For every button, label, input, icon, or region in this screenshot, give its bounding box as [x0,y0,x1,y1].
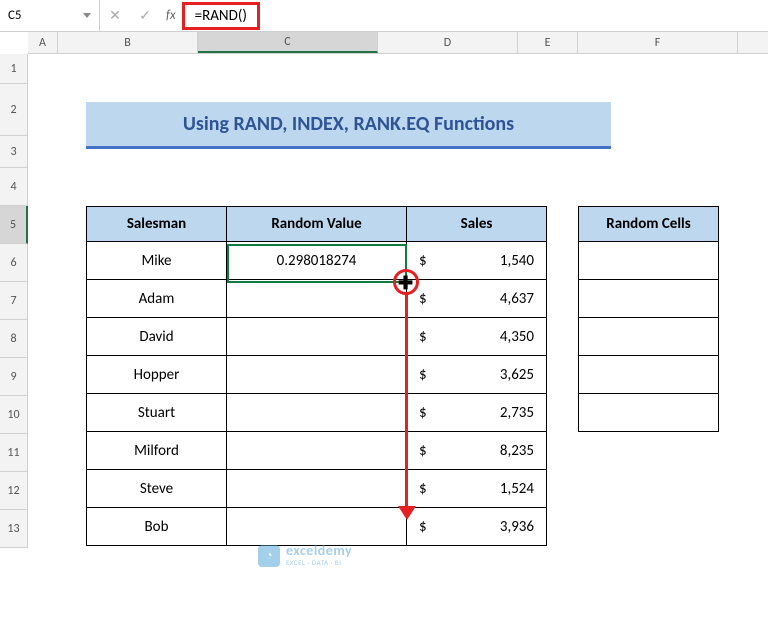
sales-value: 4,637 [500,290,534,308]
table-row: Adam $4,637 [87,280,547,318]
col-header-f[interactable]: F [578,32,738,53]
header-sales[interactable]: Sales [407,207,547,242]
sales-value: 3,625 [500,366,534,384]
currency-symbol: $ [419,252,427,270]
header-salesman[interactable]: Salesman [87,207,227,242]
row-header-13[interactable]: 13 [0,510,28,548]
cell-sales[interactable]: $8,235 [407,432,547,470]
currency-symbol: $ [419,442,427,460]
col-header-d[interactable]: D [378,32,518,53]
drag-arrow-head-icon [398,506,416,520]
watermark-tagline: EXCEL · DATA · BI [286,558,352,567]
sales-value: 4,350 [500,328,534,346]
cell-random[interactable] [227,470,407,508]
fill-handle-cursor-icon[interactable]: ✚ [398,272,413,294]
col-header-b[interactable]: B [58,32,198,53]
table-row: Hopper $3,625 [87,356,547,394]
watermark-brand: exceldemy [286,544,352,558]
currency-symbol: $ [419,290,427,308]
row-header-11[interactable]: 11 [0,434,28,472]
formula-bar: ✕ ✓ fx =RAND() [100,2,768,30]
row-header-5[interactable]: 5 [0,206,28,244]
cell-random[interactable] [227,280,407,318]
table-row: Mike0.298018274$1,540 [87,242,547,280]
cell-random[interactable] [227,508,407,546]
page-title: Using RAND, INDEX, RANK.EQ Functions [86,102,611,149]
cancel-icon[interactable]: ✕ [100,7,130,24]
cell-salesman[interactable]: David [87,318,227,356]
table-row: Stuart $2,735 [87,394,547,432]
cell-salesman[interactable]: Mike [87,242,227,280]
name-box[interactable]: C5 [0,0,100,31]
currency-symbol: $ [419,366,427,384]
table-row: David $4,350 [87,318,547,356]
watermark-logo-icon: ◔ [258,545,280,567]
cell-random[interactable] [227,394,407,432]
column-headers: A B C D E F [28,32,768,54]
name-box-value: C5 [8,8,83,23]
sales-value: 3,936 [500,518,534,536]
cell-random-empty[interactable] [579,242,719,280]
row-header-7[interactable]: 7 [0,282,28,320]
sales-value: 2,735 [500,404,534,422]
cell-sales[interactable]: $1,540 [407,242,547,280]
confirm-icon[interactable]: ✓ [130,7,160,24]
cell-sales[interactable]: $4,350 [407,318,547,356]
header-random-value[interactable]: Random Value [227,207,407,242]
col-header-c[interactable]: C [198,32,378,53]
main-data-table: Salesman Random Value Sales Mike0.298018… [86,206,547,546]
sales-value: 1,540 [500,252,534,270]
col-header-e[interactable]: E [518,32,578,53]
chevron-down-icon[interactable] [83,13,91,18]
row-header-3[interactable]: 3 [0,136,28,168]
row-header-4[interactable]: 4 [0,168,28,206]
cell-salesman[interactable]: Stuart [87,394,227,432]
formula-bar-row: C5 ✕ ✓ fx =RAND() [0,0,768,32]
cell-random[interactable]: 0.298018274 [227,242,407,280]
col-header-a[interactable]: A [28,32,58,53]
cell-salesman[interactable]: Milford [87,432,227,470]
row-header-6[interactable]: 6 [0,244,28,282]
cell-salesman[interactable]: Adam [87,280,227,318]
cell-random[interactable] [227,432,407,470]
cell-sales[interactable]: $4,637 [407,280,547,318]
table-row: Bob $3,936 [87,508,547,546]
cell-salesman[interactable]: Steve [87,470,227,508]
currency-symbol: $ [419,404,427,422]
random-cells-table: Random Cells [578,206,719,432]
header-random-cells[interactable]: Random Cells [579,207,719,242]
cell-random-empty[interactable] [579,394,719,432]
cell-random-empty[interactable] [579,356,719,394]
cell-random-empty[interactable] [579,318,719,356]
cell-salesman[interactable]: Hopper [87,356,227,394]
row-header-1[interactable]: 1 [0,54,28,84]
currency-symbol: $ [419,328,427,346]
row-header-2[interactable]: 2 [0,84,28,136]
drag-arrow-line [405,294,408,509]
fx-icon[interactable]: fx [160,8,182,23]
cell-sales[interactable]: $3,936 [407,508,547,546]
sales-value: 8,235 [500,442,534,460]
cell-random[interactable] [227,318,407,356]
row-header-9[interactable]: 9 [0,358,28,396]
cell-sales[interactable]: $1,524 [407,470,547,508]
currency-symbol: $ [419,480,427,498]
table-row: Milford $8,235 [87,432,547,470]
row-header-8[interactable]: 8 [0,320,28,358]
table-row: Steve $1,524 [87,470,547,508]
cell-random-empty[interactable] [579,280,719,318]
currency-symbol: $ [419,518,427,536]
row-header-10[interactable]: 10 [0,396,28,434]
worksheet-grid[interactable]: Using RAND, INDEX, RANK.EQ Functions Sal… [28,54,768,624]
watermark: ◔ exceldemy EXCEL · DATA · BI [258,544,352,567]
sales-value: 1,524 [500,480,534,498]
formula-input[interactable]: =RAND() [182,2,260,30]
row-header-12[interactable]: 12 [0,472,28,510]
cell-sales[interactable]: $3,625 [407,356,547,394]
cell-salesman[interactable]: Bob [87,508,227,546]
row-headers: 1 2 3 4 5 6 7 8 9 10 11 12 13 [0,54,28,548]
cell-sales[interactable]: $2,735 [407,394,547,432]
cell-random[interactable] [227,356,407,394]
